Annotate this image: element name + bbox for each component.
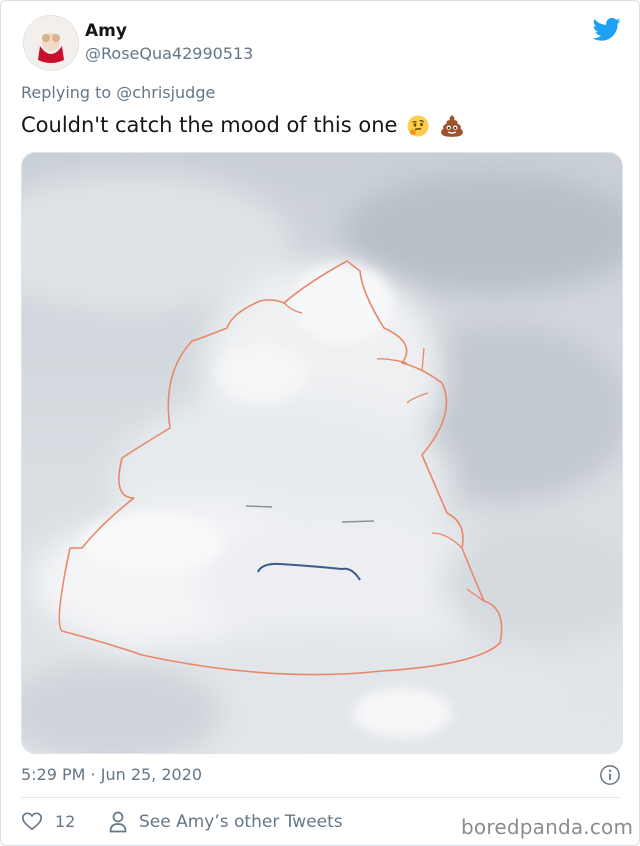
tweet-card: Amy @RoseQua42990513 Replying to @chrisj… (0, 0, 640, 846)
tweet-text: Couldn't catch the mood of this one (21, 113, 465, 139)
user-handle[interactable]: @RoseQua42990513 (85, 44, 253, 63)
heart-icon (22, 812, 42, 831)
like-count: 12 (55, 811, 76, 831)
watermark: boredpanda.com (461, 815, 634, 839)
reply-mention-link[interactable]: @chrisjudge (116, 83, 215, 102)
display-name[interactable]: Amy (85, 21, 127, 41)
see-other-tweets-label: See Amy’s other Tweets (139, 812, 343, 832)
tweet-timestamp[interactable]: 5:29 PM · Jun 25, 2020 (21, 765, 202, 784)
divider (21, 797, 621, 798)
twitter-bird-icon[interactable] (593, 15, 621, 43)
info-icon[interactable] (599, 764, 621, 786)
like-button[interactable]: 12 (21, 811, 75, 831)
pile-of-poo-icon (440, 115, 463, 137)
tweet-body: Couldn't catch the mood of this one (21, 113, 398, 137)
avatar[interactable] (23, 15, 79, 71)
thinking-face-icon (407, 115, 429, 137)
person-icon (109, 811, 127, 833)
tweet-photo[interactable] (21, 152, 623, 754)
see-other-tweets-link[interactable]: See Amy’s other Tweets (109, 811, 343, 833)
replying-to: Replying to @chrisjudge (21, 83, 215, 102)
replying-prefix: Replying to (21, 83, 112, 102)
